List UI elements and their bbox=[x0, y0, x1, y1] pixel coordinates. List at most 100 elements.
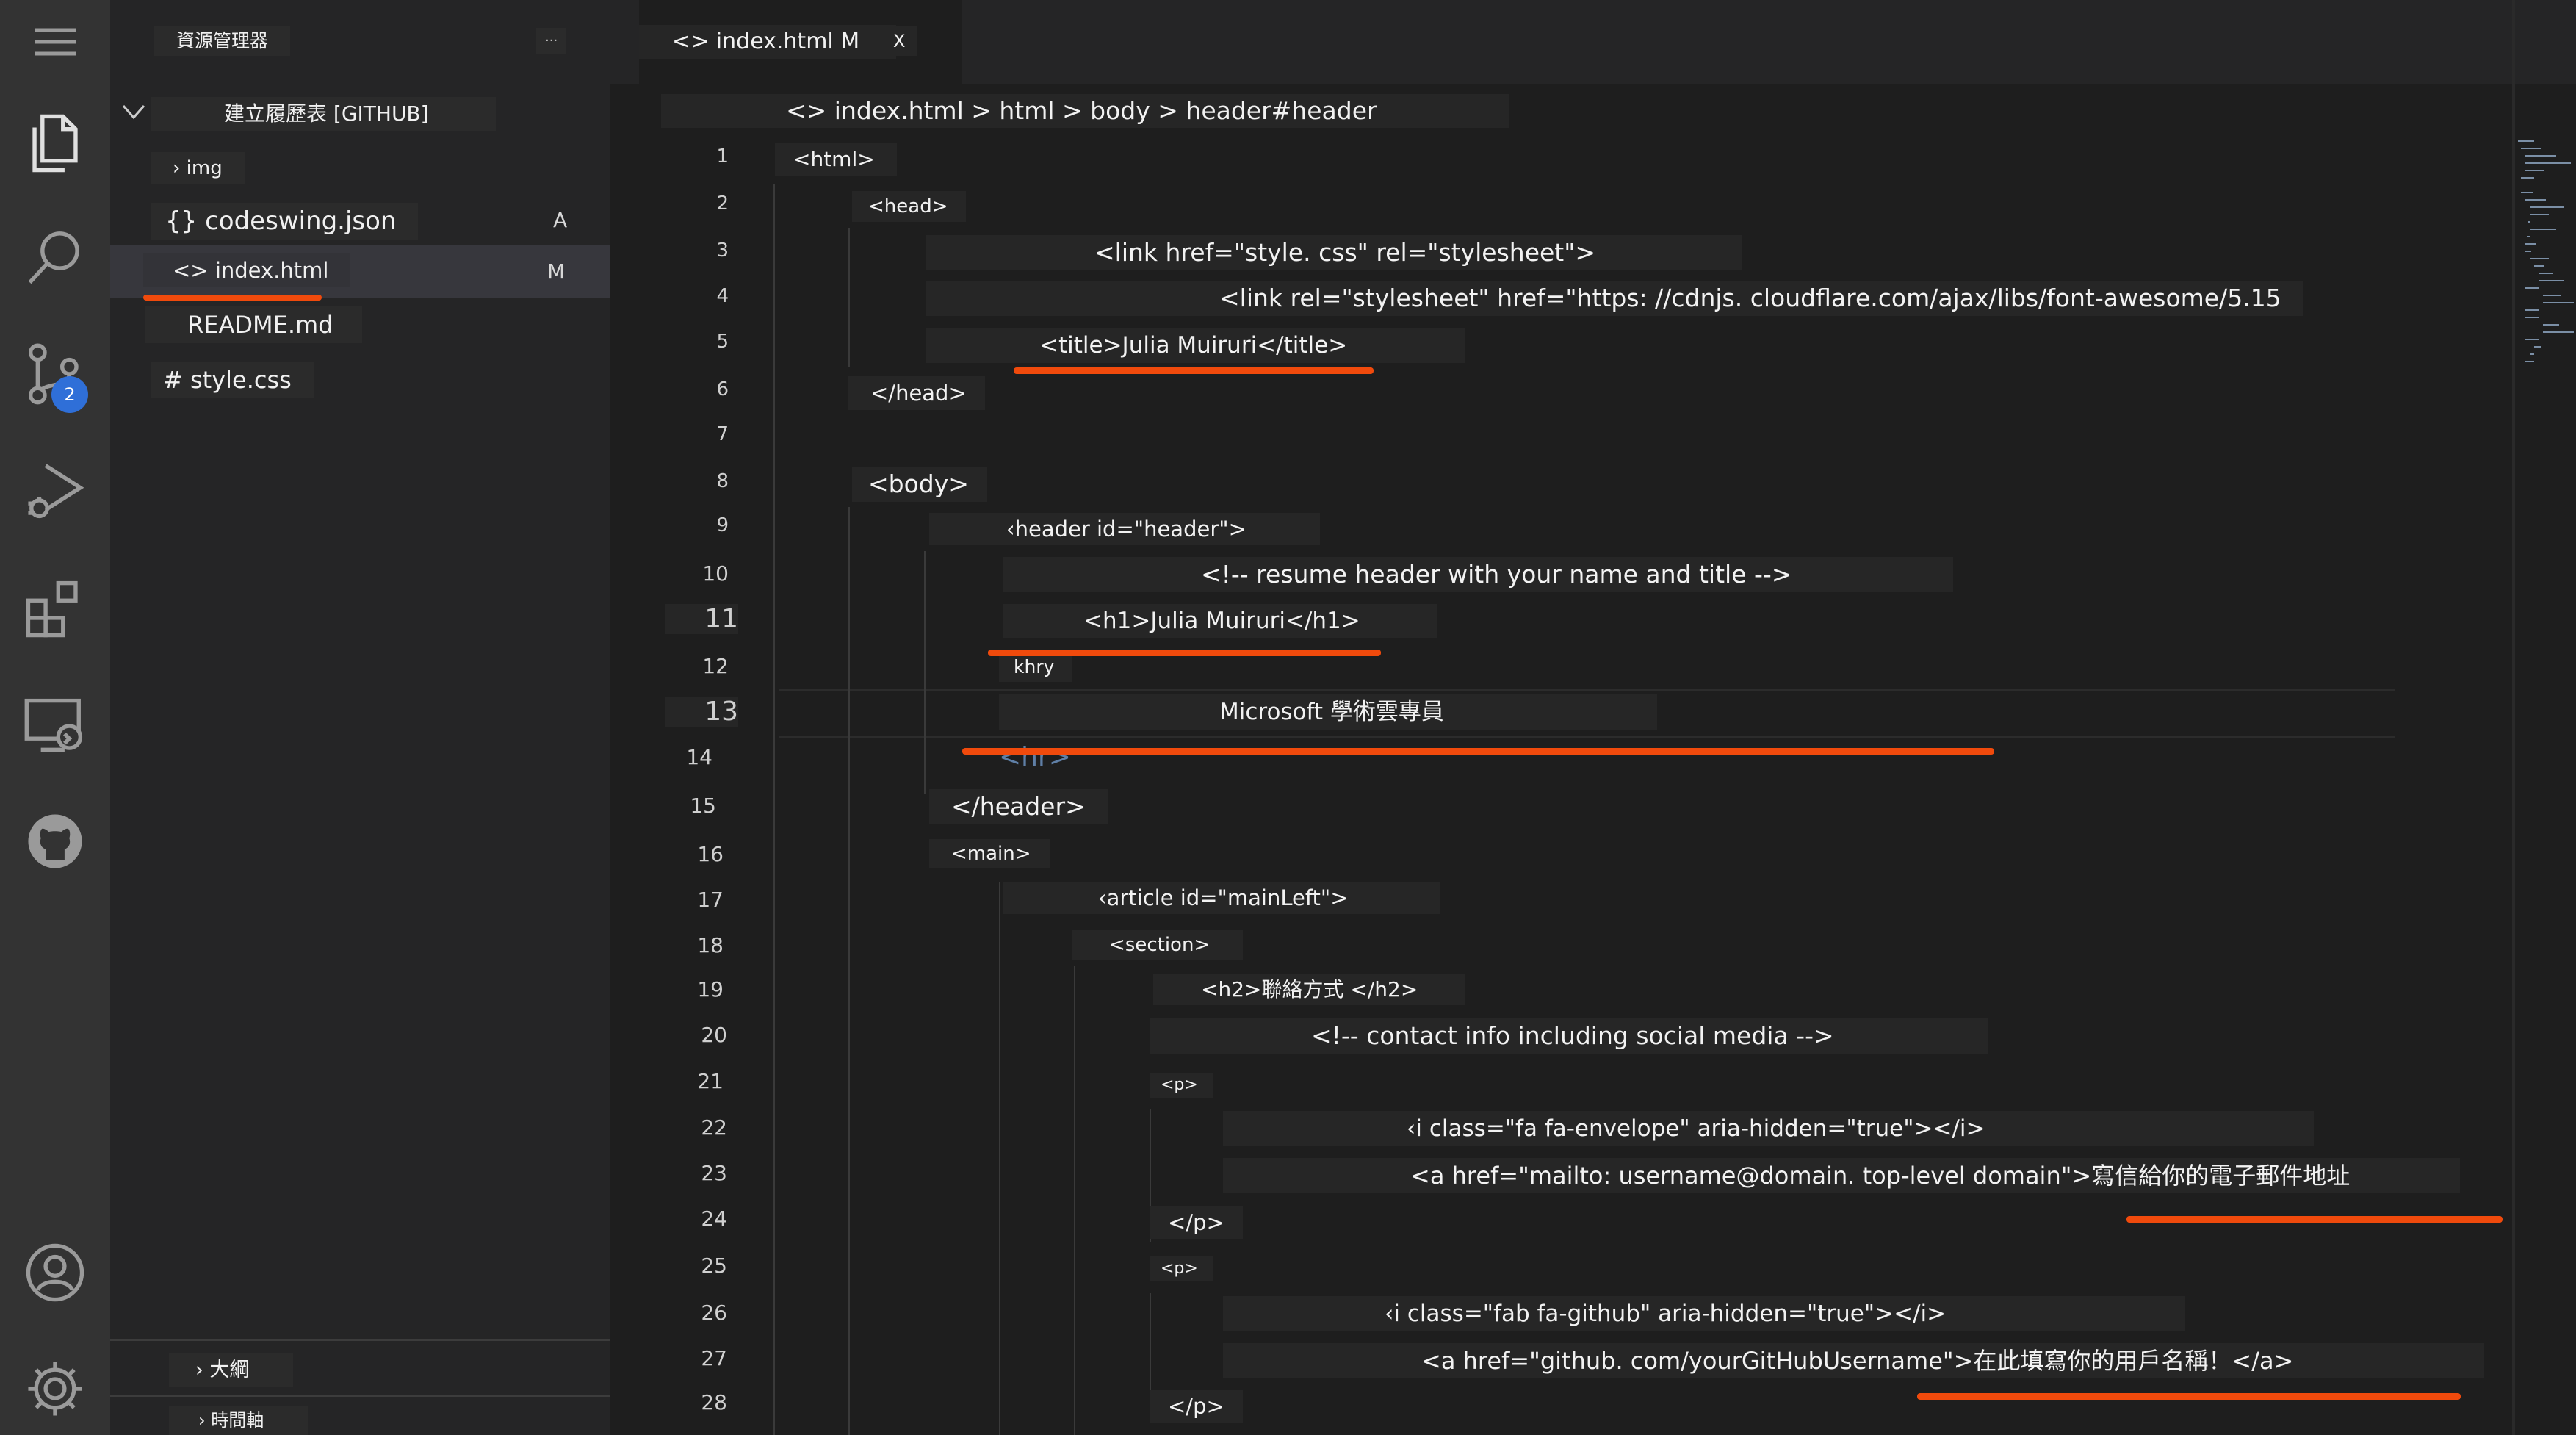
github-icon[interactable] bbox=[15, 801, 95, 882]
highlight-underline bbox=[988, 650, 1381, 656]
account-icon[interactable] bbox=[15, 1232, 95, 1313]
remote-explorer-icon[interactable] bbox=[15, 686, 95, 766]
line-number: 27 bbox=[701, 1346, 727, 1370]
code-line[interactable]: khry bbox=[999, 652, 1073, 682]
sidebar-title: 資源管理器 bbox=[154, 26, 291, 56]
settings-gear-icon[interactable] bbox=[15, 1348, 95, 1429]
line-number: 16 bbox=[697, 842, 724, 866]
line-number: 24 bbox=[701, 1206, 727, 1231]
code-line[interactable]: <!-- contact info including social media… bbox=[1150, 1018, 1988, 1054]
editor-area: <> index.html M X <> index.html > html >… bbox=[610, 0, 2576, 1435]
highlight-underline bbox=[2126, 1216, 2503, 1223]
indent-guide bbox=[773, 184, 775, 1435]
more-actions-button[interactable]: ··· bbox=[536, 28, 567, 54]
line-number: 4 bbox=[716, 285, 729, 307]
highlight-underline bbox=[1014, 367, 1374, 374]
highlight-underline bbox=[962, 748, 1994, 755]
line-number: 7 bbox=[716, 423, 729, 445]
tab-close-button[interactable]: X bbox=[881, 26, 917, 56]
line-number: 23 bbox=[701, 1161, 727, 1185]
folder-name[interactable]: 建立履歷表 [GITHUB] bbox=[151, 97, 496, 131]
activity-bar: 2 bbox=[0, 0, 110, 1435]
code-line[interactable]: <body> bbox=[852, 467, 987, 502]
highlight-underline bbox=[1917, 1393, 2461, 1400]
line-number: 19 bbox=[697, 977, 724, 1001]
line-number: 8 bbox=[716, 470, 729, 492]
code-line[interactable]: <p> bbox=[1150, 1256, 1213, 1281]
line-number: 28 bbox=[701, 1390, 727, 1414]
line-number: 13 bbox=[665, 697, 738, 727]
tree-item-codeswing-json[interactable]: {} codeswing.json bbox=[151, 203, 419, 240]
code-line[interactable]: <!-- resume header with your name and ti… bbox=[1003, 557, 1954, 592]
line-number: 5 bbox=[716, 331, 729, 353]
code-line[interactable]: ‹header id="header"> bbox=[929, 513, 1320, 545]
line-number: 9 bbox=[716, 514, 729, 536]
section-divider bbox=[110, 1339, 610, 1341]
added-badge: A bbox=[553, 208, 568, 232]
indent-guide bbox=[924, 551, 926, 794]
line-number: 12 bbox=[702, 654, 729, 678]
line-number: 18 bbox=[697, 933, 724, 957]
line-number: 20 bbox=[701, 1023, 727, 1047]
tree-item-readme[interactable]: README.md bbox=[145, 306, 363, 343]
code-line[interactable]: <link href="style. css" rel="stylesheet"… bbox=[926, 235, 1743, 270]
code-line[interactable]: Microsoft 學術雲專員 bbox=[999, 694, 1657, 730]
code-line[interactable]: ‹i class="fa fa-envelope" aria-hidden="t… bbox=[1223, 1111, 2314, 1146]
tree-item-index-html[interactable]: <> index.html bbox=[143, 253, 351, 287]
explorer-sidebar: 資源管理器 ··· 建立履歷表 [GITHUB] › img {} codesw… bbox=[110, 0, 610, 1435]
code-line[interactable]: <p> bbox=[1150, 1073, 1213, 1098]
line-number: 22 bbox=[701, 1115, 727, 1140]
line-number: 14 bbox=[686, 745, 712, 769]
explorer-icon[interactable] bbox=[15, 103, 95, 184]
code-line[interactable]: <a href="github. com/yourGitHubUsername"… bbox=[1223, 1343, 2485, 1378]
line-number: 6 bbox=[716, 378, 729, 400]
timeline-section[interactable]: › 時間軸 bbox=[169, 1406, 309, 1435]
code-line[interactable]: <head> bbox=[852, 191, 967, 222]
outline-section[interactable]: › 大綱 bbox=[169, 1353, 294, 1387]
code-line[interactable]: </p> bbox=[1150, 1390, 1243, 1423]
search-icon[interactable] bbox=[15, 217, 95, 298]
code-line[interactable]: </head> bbox=[848, 376, 985, 410]
minimap[interactable] bbox=[2512, 132, 2576, 426]
line-number: 25 bbox=[701, 1254, 727, 1278]
code-line[interactable]: <main> bbox=[929, 839, 1050, 868]
indent-guide bbox=[848, 228, 850, 367]
indent-guide bbox=[1074, 966, 1075, 1435]
line-number: 1 bbox=[716, 145, 729, 168]
indent-guide bbox=[999, 882, 1000, 1435]
code-line[interactable]: <h1>Julia Muiruri</h1> bbox=[1003, 604, 1437, 638]
breadcrumb[interactable]: <> index.html > html > body > header#hea… bbox=[661, 94, 1509, 128]
code-line[interactable]: <title>Julia Muiruri</title> bbox=[926, 328, 1465, 363]
highlight-underline bbox=[143, 295, 322, 301]
line-number: 21 bbox=[697, 1069, 724, 1093]
modified-badge: M bbox=[547, 259, 566, 284]
line-number: 11 bbox=[665, 604, 738, 634]
code-line[interactable]: ‹article id="mainLeft"> bbox=[1003, 882, 1440, 914]
source-control-badge: 2 bbox=[51, 376, 88, 413]
code-line[interactable]: <a href="mailto: username@domain. top-le… bbox=[1223, 1158, 2461, 1193]
extensions-icon[interactable] bbox=[15, 568, 95, 649]
code-line[interactable]: </p> bbox=[1150, 1206, 1243, 1239]
tab-label[interactable]: <> index.html M bbox=[639, 25, 897, 59]
tree-item-img[interactable]: › img bbox=[151, 152, 245, 184]
code-line[interactable]: <section> bbox=[1072, 930, 1244, 960]
indent-guide bbox=[848, 507, 850, 1435]
code-line[interactable]: <hr> bbox=[999, 742, 1071, 772]
code-line[interactable]: <h2>聯絡方式 </h2> bbox=[1153, 974, 1466, 1005]
line-number: 15 bbox=[690, 794, 716, 818]
code-line[interactable]: <link rel="stylesheet" href="https: //cd… bbox=[926, 281, 2303, 316]
line-number: 3 bbox=[716, 240, 729, 262]
tree-item-style-css[interactable]: # style.css bbox=[151, 362, 314, 398]
chevron-down-icon[interactable] bbox=[119, 97, 148, 126]
line-number: 26 bbox=[701, 1301, 727, 1325]
line-number: 2 bbox=[716, 193, 729, 215]
line-number: 10 bbox=[702, 561, 729, 586]
indent-guide bbox=[1150, 1293, 1151, 1396]
section-divider bbox=[110, 1395, 610, 1397]
line-number: 17 bbox=[697, 888, 724, 912]
code-line[interactable]: </header> bbox=[929, 789, 1108, 824]
code-line[interactable]: <html> bbox=[775, 143, 897, 176]
code-line[interactable]: ‹i class="fab fa-github" aria-hidden="tr… bbox=[1223, 1296, 2185, 1331]
menu-icon[interactable] bbox=[15, 1, 95, 82]
run-debug-icon[interactable] bbox=[15, 450, 95, 531]
